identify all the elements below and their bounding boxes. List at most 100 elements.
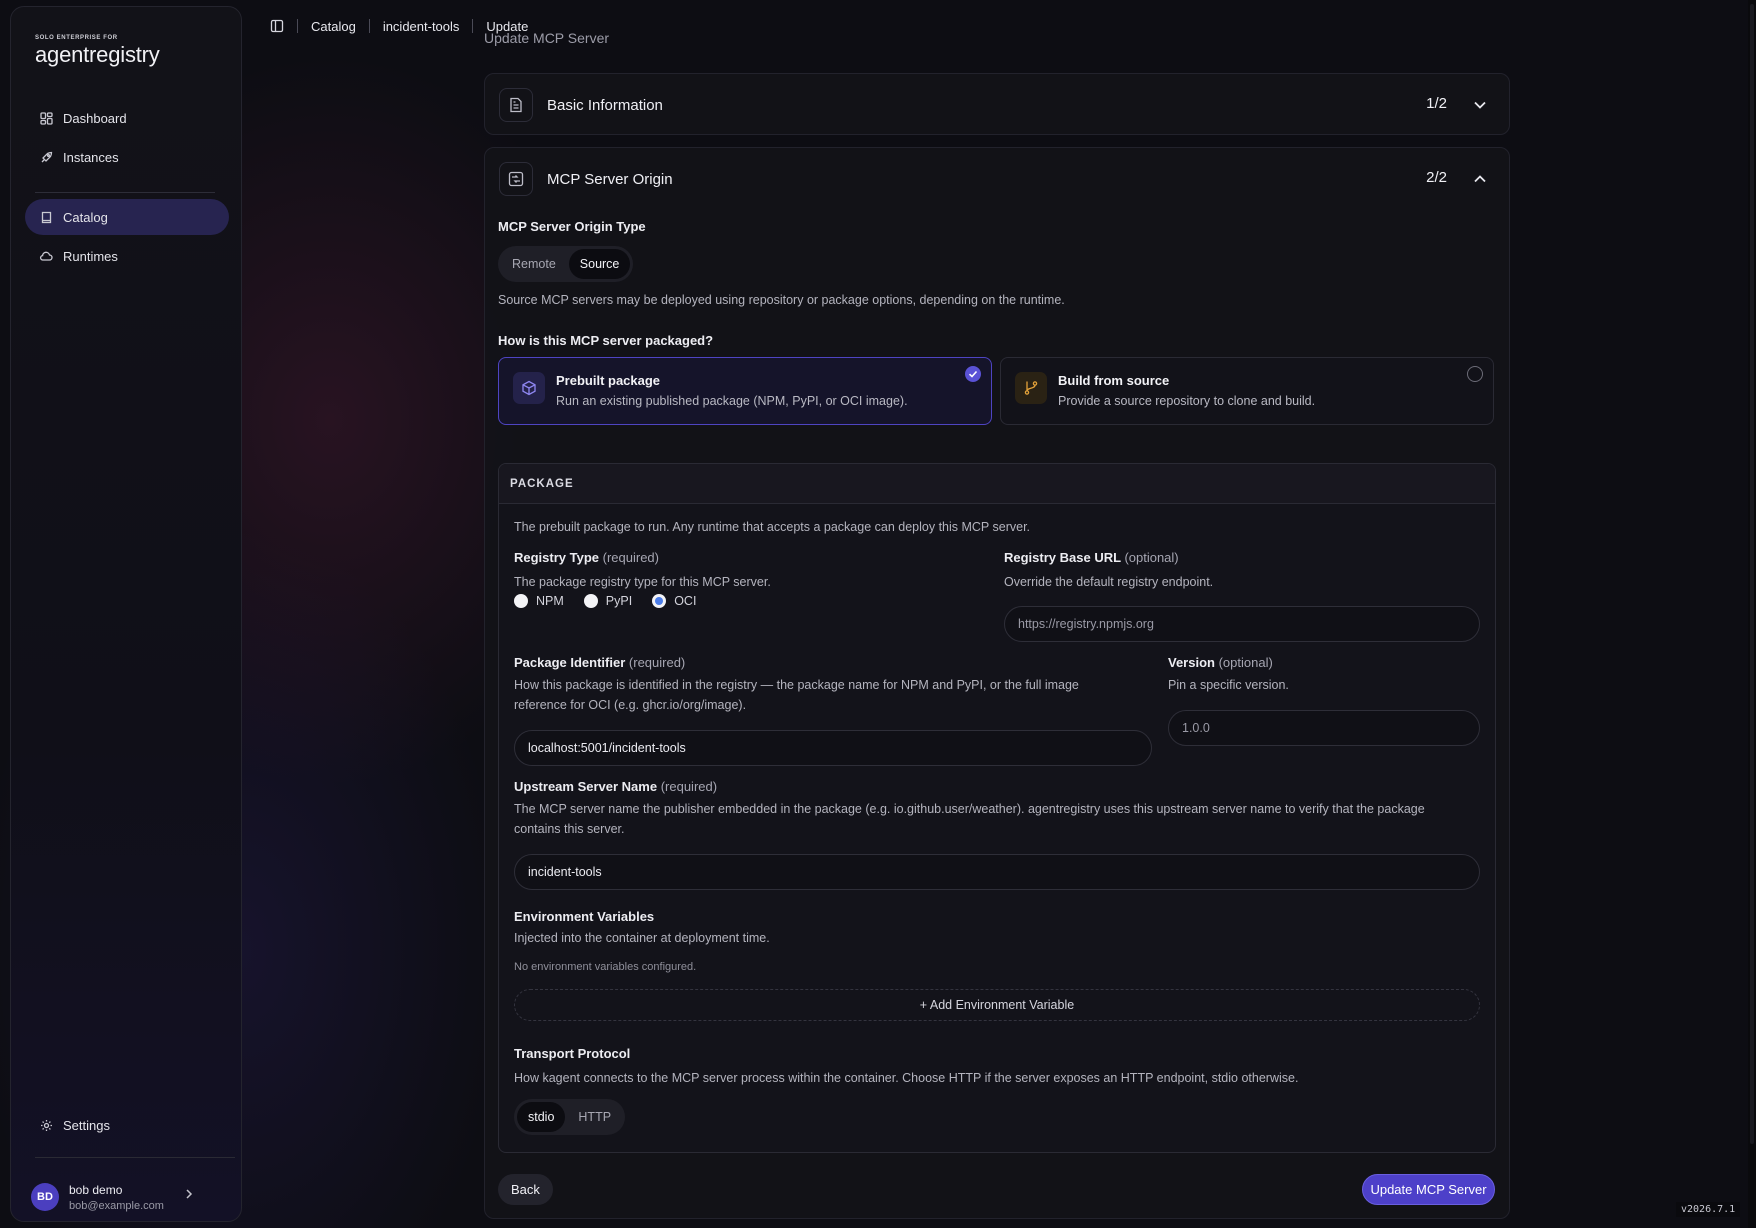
section-basic-information[interactable]: Basic Information 1/2 [484, 73, 1510, 135]
grid-icon [39, 111, 53, 125]
origin-type-toggle: Remote Source [498, 246, 634, 282]
user-email: bob@example.com [69, 1199, 164, 1212]
back-button[interactable]: Back [498, 1174, 553, 1205]
add-environment-variable-button[interactable]: + Add Environment Variable [514, 989, 1480, 1021]
sidebar-item-label: Catalog [63, 209, 108, 225]
rocket-icon [39, 150, 53, 164]
radio-pypi[interactable] [583, 594, 598, 608]
package-identifier-label: Package Identifier (required) [514, 655, 685, 670]
sidebar-item-catalog[interactable]: Catalog [25, 199, 229, 235]
book-icon [39, 210, 53, 224]
sidebar-item-label: Instances [63, 149, 119, 165]
chevron-right-icon [185, 1187, 193, 1205]
description-line: How this package is identified in the re… [514, 678, 1079, 692]
label-text: Registry Base URL [1004, 550, 1121, 565]
label-hint: (optional) [1124, 550, 1179, 565]
sidebar-divider [35, 1157, 235, 1158]
registry-type-radios: NPM PyPI OCI [514, 594, 696, 608]
package-description: The prebuilt package to run. Any runtime… [514, 520, 1031, 534]
sidebar-divider [35, 192, 215, 193]
registry-base-url-input[interactable]: https://registry.npmjs.org [1004, 606, 1480, 642]
section-step: 2/2 [1426, 169, 1447, 186]
description-line: The MCP server name the publisher embedd… [514, 802, 1425, 816]
check-circle-icon [965, 366, 981, 382]
sidebar-item-instances[interactable]: Instances [25, 139, 229, 175]
radio-label-pypi: PyPI [605, 594, 633, 608]
transport-stdio[interactable]: stdio [517, 1102, 566, 1132]
settings-label: Settings [63, 1117, 110, 1133]
chevron-up-icon[interactable] [1473, 172, 1487, 186]
environment-variables-label: Environment Variables [514, 909, 655, 924]
document-icon [499, 88, 533, 122]
user-menu[interactable]: BD bob demo bob@example.com [31, 1177, 231, 1217]
breadcrumb-separator [368, 19, 370, 33]
git-branch-icon [1015, 372, 1047, 404]
label-hint: (required) [628, 655, 686, 670]
radio-npm[interactable] [514, 594, 528, 608]
label-text: Package Identifier [514, 655, 626, 670]
label-hint: (optional) [1218, 655, 1273, 670]
section-title: Basic Information [547, 96, 663, 114]
gear-icon [39, 1118, 53, 1132]
package-heading: PACKAGE [499, 464, 1495, 504]
label-hint: (required) [602, 550, 659, 565]
sidebar: SOLO ENTERPRISE FOR agentregistry Dashbo… [10, 6, 242, 1222]
option-title: Prebuilt package [556, 373, 661, 388]
server-origin-icon [499, 162, 533, 196]
label-hint: (required) [660, 779, 718, 794]
sidebar-item-label: Runtimes [63, 248, 118, 264]
option-build-from-source[interactable]: Build from source Provide a source repos… [1000, 357, 1494, 425]
section-step: 1/2 [1426, 95, 1447, 112]
origin-type-source[interactable]: Source [568, 249, 631, 279]
breadcrumb-separator [472, 19, 474, 33]
package-identifier-description: How this package is identified in the re… [514, 675, 1134, 715]
registry-base-url-description: Override the default registry endpoint. [1004, 575, 1214, 589]
section-title: MCP Server Origin [547, 170, 673, 188]
breadcrumb-separator [297, 19, 298, 33]
upstream-server-name-description: The MCP server name the publisher embedd… [514, 799, 1484, 839]
origin-type-label: MCP Server Origin Type [498, 219, 646, 234]
option-title: Build from source [1058, 373, 1170, 388]
brand-logo: SOLO ENTERPRISE FOR agentregistry [35, 35, 160, 68]
option-description: Run an existing published package (NPM, … [556, 394, 908, 408]
sidebar-item-dashboard[interactable]: Dashboard [25, 100, 229, 136]
version-label: Version (optional) [1168, 655, 1273, 670]
breadcrumb-incident-tools[interactable]: incident-tools [383, 19, 460, 34]
transport-protocol-toggle: stdio HTTP [514, 1099, 626, 1135]
origin-type-description: Source MCP servers may be deployed using… [498, 293, 1065, 307]
page-title: Update MCP Server [484, 30, 610, 46]
transport-protocol-label: Transport Protocol [514, 1046, 631, 1061]
registry-base-url-label: Registry Base URL (optional) [1004, 550, 1179, 565]
sidebar-item-label: Dashboard [63, 110, 127, 126]
package-identifier-input[interactable]: localhost:5001/incident-tools [514, 730, 1152, 766]
radio-empty-icon [1467, 366, 1483, 382]
origin-type-remote[interactable]: Remote [501, 249, 567, 279]
upstream-server-name-input[interactable]: incident-tools [514, 854, 1480, 890]
environment-variables-empty: No environment variables configured. [514, 961, 697, 973]
option-description: Provide a source repository to clone and… [1058, 394, 1316, 408]
radio-oci[interactable] [652, 594, 667, 608]
upstream-server-name-label: Upstream Server Name (required) [514, 779, 717, 794]
radio-label-oci: OCI [674, 594, 697, 608]
label-text: Version [1168, 655, 1215, 670]
packaged-question: How is this MCP server packaged? [498, 333, 714, 348]
transport-http[interactable]: HTTP [567, 1102, 622, 1132]
chevron-down-icon[interactable] [1473, 98, 1487, 112]
version-input[interactable]: 1.0.0 [1168, 710, 1480, 746]
scrollbar-thumb[interactable] [1750, 4, 1754, 1144]
update-mcp-server-button[interactable]: Update MCP Server [1362, 1174, 1495, 1205]
description-line: contains this server. [514, 822, 625, 836]
sidebar-toggle-icon[interactable] [270, 19, 284, 33]
avatar: BD [31, 1183, 59, 1211]
option-prebuilt-package[interactable]: Prebuilt package Run an existing publish… [498, 357, 992, 425]
registry-type-description: The package registry type for this MCP s… [514, 575, 771, 589]
sidebar-item-runtimes[interactable]: Runtimes [25, 238, 229, 274]
registry-type-label: Registry Type (required) [514, 550, 659, 565]
version-tag: v2026.7.1 [1676, 1202, 1741, 1217]
user-name: bob demo [69, 1182, 123, 1197]
version-description: Pin a specific version. [1168, 678, 1289, 692]
radio-label-npm: NPM [536, 594, 564, 608]
sidebar-item-settings[interactable]: Settings [25, 1107, 229, 1143]
breadcrumb-catalog[interactable]: Catalog [311, 19, 356, 34]
package-icon [513, 372, 545, 404]
